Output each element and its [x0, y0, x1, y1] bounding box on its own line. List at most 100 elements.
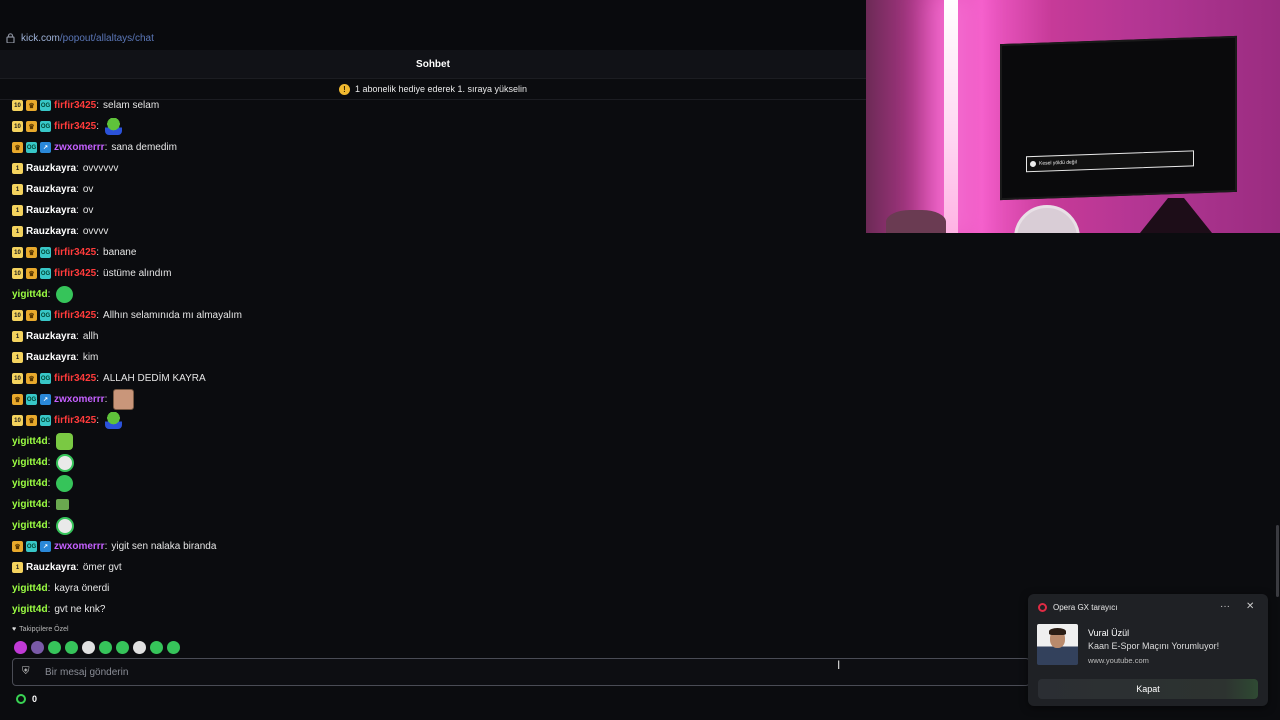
emote-shortcut-icon[interactable] — [14, 641, 27, 654]
crown-badge-icon[interactable]: ♛ — [26, 247, 37, 258]
message-input[interactable] — [43, 663, 947, 681]
vip-badge-icon[interactable]: ↗ — [40, 394, 51, 405]
emote-shortcut-icon[interactable] — [31, 641, 44, 654]
crown-badge-icon[interactable]: ♛ — [12, 541, 23, 552]
chat-username[interactable]: yigitt4d — [12, 604, 48, 615]
og-badge-icon[interactable]: OG — [40, 373, 51, 384]
chat-username[interactable]: Rauzkayra — [26, 163, 76, 174]
chat-message-text: yigit sen nalaka biranda — [111, 541, 217, 552]
chat-username[interactable]: yigitt4d — [12, 499, 48, 510]
og-badge-icon[interactable]: OG — [26, 394, 37, 405]
chat-username[interactable]: Rauzkayra — [26, 352, 76, 363]
chat-message-text: üstüme alındım — [103, 268, 172, 279]
chat-message: 1 Rauzkayra: kim — [12, 347, 852, 368]
username-separator: : — [104, 142, 108, 153]
chat-username[interactable]: Rauzkayra — [26, 226, 76, 237]
subscriber-badge-icon[interactable]: 10 — [12, 100, 23, 111]
chat-username[interactable]: Rauzkayra — [26, 562, 76, 573]
crown-badge-icon[interactable]: ♛ — [26, 415, 37, 426]
chat-username[interactable]: Rauzkayra — [26, 331, 76, 342]
emote-shortcut-icon[interactable] — [150, 641, 163, 654]
chat-username[interactable]: firfir3425 — [54, 415, 96, 426]
emote-shortcut-icon[interactable] — [116, 641, 129, 654]
subscriber-badge-icon[interactable]: 10 — [12, 247, 23, 258]
url-field[interactable]: kick.com/popout/allaltays/chat — [6, 31, 154, 45]
subscriber-badge-icon[interactable]: 10 — [12, 268, 23, 279]
chat-message: 10 ♛ OG firfir3425: ALLAH DEDİM KAYRA — [12, 368, 852, 389]
chat-username[interactable]: zwxomerrr — [54, 541, 105, 552]
chat-message-text: selam selam — [103, 100, 160, 111]
og-badge-icon[interactable]: OG — [26, 142, 37, 153]
username-separator: : — [76, 352, 79, 363]
chat-username[interactable]: yigitt4d — [12, 457, 48, 468]
subscriber-badge-icon[interactable]: 10 — [12, 310, 23, 321]
chat-username[interactable]: firfir3425 — [54, 121, 96, 132]
subscriber-badge-icon[interactable]: 1 — [12, 226, 23, 237]
chat-message: 10 ♛ OG firfir3425: selam selam — [12, 95, 852, 116]
chat-username[interactable]: Rauzkayra — [26, 184, 76, 195]
chat-message-text: kim — [82, 352, 99, 363]
crown-badge-icon[interactable]: ♛ — [26, 373, 37, 384]
crown-badge-icon[interactable]: ♛ — [26, 310, 37, 321]
browser-address-bar: kick.com/popout/allaltays/chat — [0, 0, 866, 50]
og-badge-icon[interactable]: OG — [40, 415, 51, 426]
og-badge-icon[interactable]: OG — [26, 541, 37, 552]
dismiss-button[interactable]: Kapat — [1038, 679, 1258, 699]
chat-username[interactable]: firfir3425 — [54, 100, 96, 111]
crown-badge-icon[interactable]: ♛ — [12, 394, 23, 405]
subscriber-badge-icon[interactable]: 10 — [12, 415, 23, 426]
chat-header: Sohbet — [0, 50, 866, 79]
emote-shortcut-icon[interactable] — [99, 641, 112, 654]
channel-points[interactable]: 0 — [16, 694, 37, 704]
more-options-icon[interactable]: ··· — [1220, 601, 1230, 612]
chat-username[interactable]: yigitt4d — [12, 289, 48, 300]
emote-shortcut-icon[interactable] — [133, 641, 146, 654]
og-badge-icon[interactable]: OG — [40, 247, 51, 258]
emote-shortcut-icon[interactable] — [65, 641, 78, 654]
chat-username[interactable]: yigitt4d — [12, 520, 48, 531]
message-input-box[interactable]: ⛨ — [12, 658, 1030, 686]
subscriber-badge-icon[interactable]: 1 — [12, 352, 23, 363]
close-icon[interactable]: ✕ — [1246, 601, 1254, 612]
subscriber-badge-icon[interactable]: 1 — [12, 163, 23, 174]
username-separator: : — [96, 247, 100, 258]
emote-shortcut-icon[interactable] — [82, 641, 95, 654]
emote-shortcut-icon[interactable] — [48, 641, 61, 654]
emote-shortcut-icon[interactable] — [167, 641, 180, 654]
og-badge-icon[interactable]: OG — [40, 310, 51, 321]
chat-message: 10 ♛ OG firfir3425: Allhın selamınıda mı alm… — [12, 305, 852, 326]
subscriber-badge-icon[interactable]: 1 — [12, 205, 23, 216]
notification-thumbnail — [1037, 624, 1078, 665]
vip-badge-icon[interactable]: ↗ — [40, 541, 51, 552]
chat-username[interactable]: yigitt4d — [12, 478, 48, 489]
subscriber-badge-icon[interactable]: 1 — [12, 562, 23, 573]
crown-badge-icon[interactable]: ♛ — [26, 100, 37, 111]
vip-badge-icon[interactable]: ↗ — [40, 142, 51, 153]
username-separator: : — [76, 205, 79, 216]
crown-badge-icon[interactable]: ♛ — [26, 268, 37, 279]
chat-username[interactable]: yigitt4d — [12, 583, 48, 594]
chat-username[interactable]: firfir3425 — [54, 247, 96, 258]
og-badge-icon[interactable]: OG — [40, 268, 51, 279]
chat-username[interactable]: Rauzkayra — [26, 205, 76, 216]
crown-badge-icon[interactable]: ♛ — [12, 142, 23, 153]
chat-username[interactable]: zwxomerrr — [54, 142, 105, 153]
chat-username[interactable]: zwxomerrr — [54, 394, 105, 405]
chat-username[interactable]: firfir3425 — [54, 373, 96, 384]
crown-badge-icon[interactable]: ♛ — [26, 121, 37, 132]
subscriber-badge-icon[interactable]: 1 — [12, 184, 23, 195]
chat-message: 1 Rauzkayra: ovvvv — [12, 221, 852, 242]
chat-username[interactable]: yigitt4d — [12, 436, 48, 447]
subscriber-badge-icon[interactable]: 10 — [12, 121, 23, 132]
subscriber-badge-icon[interactable]: 1 — [12, 331, 23, 342]
chat-title: Sohbet — [416, 59, 450, 70]
subscriber-badge-icon[interactable]: 10 — [12, 373, 23, 384]
scrollbar[interactable] — [1276, 525, 1279, 597]
og-badge-icon[interactable]: OG — [40, 100, 51, 111]
chat-username[interactable]: firfir3425 — [54, 268, 96, 279]
box-emote-icon — [56, 499, 70, 510]
chat-message: yigitt4d: — [12, 494, 852, 515]
og-badge-icon[interactable]: OG — [40, 121, 51, 132]
chat-username[interactable]: firfir3425 — [54, 310, 96, 321]
chat-message-text: allh — [82, 331, 99, 342]
